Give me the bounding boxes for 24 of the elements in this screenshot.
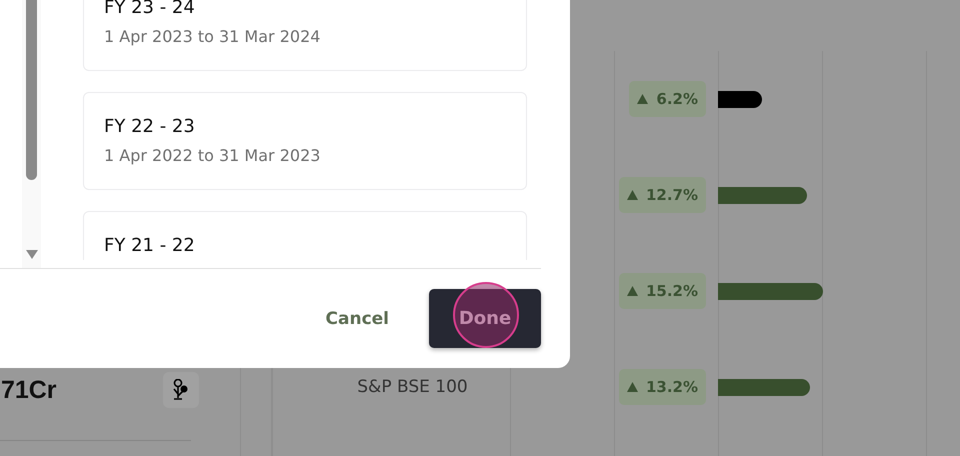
period-range: 1 Apr 2023 to 31 Mar 2024 [104,26,322,48]
amount-value: .71Cr [0,376,57,404]
period-title: FY 23 - 24 [104,0,196,20]
scrollbar-thumb[interactable] [26,0,37,180]
done-button[interactable]: Done [429,289,541,348]
scroll-down-icon[interactable] [26,250,38,259]
scrollbar[interactable] [22,0,41,268]
up-triangle-icon [626,382,638,392]
period-option[interactable]: FY 21 - 22 [83,211,527,260]
index-label: S&P BSE 100 [356,377,469,397]
period-option[interactable]: FY 22 - 23 1 Apr 2022 to 31 Mar 2023 [83,92,527,190]
period-option[interactable]: FY 23 - 24 1 Apr 2023 to 31 Mar 2024 [83,0,527,71]
up-triangle-icon [626,190,638,200]
growth-badge: 13.2% [618,369,706,405]
up-triangle-icon [637,94,648,104]
period-range: 1 Apr 2022 to 31 Mar 2023 [104,145,322,167]
growth-badge: 6.2% [629,81,706,117]
growth-badge: 12.7% [618,177,706,213]
growth-badge: 15.2% [618,273,706,309]
period-title: FY 22 - 23 [104,115,196,139]
cancel-button[interactable]: Cancel [306,291,409,347]
tree-icon-button[interactable] [163,372,199,408]
up-triangle-icon [626,286,638,296]
period-title: FY 21 - 22 [104,234,196,258]
